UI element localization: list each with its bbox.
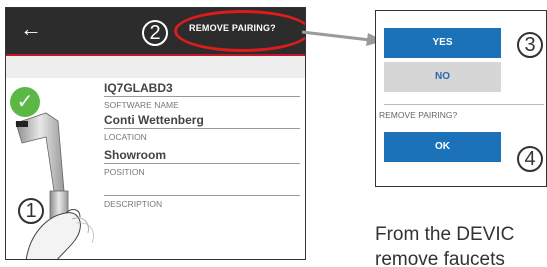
back-arrow-icon[interactable]: ←	[20, 14, 42, 44]
description-value	[104, 180, 300, 194]
field-underline	[104, 128, 300, 129]
field-underline	[104, 96, 300, 97]
location-field[interactable]: Conti Wettenberg LOCATION	[104, 113, 300, 142]
no-button[interactable]: NO	[384, 62, 501, 92]
software-name-field[interactable]: IQ7GLABD3 SOFTWARE NAME	[104, 81, 300, 110]
yes-button[interactable]: YES	[384, 28, 501, 58]
description-label: DESCRIPTION	[104, 199, 163, 209]
faucet-illustration	[15, 112, 94, 259]
description-field[interactable]: DESCRIPTION	[104, 180, 300, 209]
field-underline	[104, 163, 300, 164]
app-topbar: ← 2 REMOVE PAIRING?	[6, 8, 305, 54]
instruction-text: From the DEVIC remove faucets	[375, 222, 547, 267]
instruction-line-2: remove faucets	[375, 249, 505, 267]
step-2-marker: 2	[142, 20, 168, 46]
position-value: Showroom	[104, 148, 166, 162]
pointer-arrow-icon	[301, 30, 384, 46]
position-field[interactable]: Showroom POSITION	[104, 148, 300, 177]
field-underline	[104, 195, 300, 196]
software-name-label: SOFTWARE NAME	[104, 100, 179, 110]
step-3-marker: 3	[517, 32, 543, 58]
step-4-marker: 4	[517, 146, 543, 172]
highlight-ellipse	[174, 10, 305, 52]
ok-button[interactable]: OK	[384, 132, 501, 162]
position-label: POSITION	[104, 167, 145, 177]
location-value: Conti Wettenberg	[104, 113, 204, 127]
location-label: LOCATION	[104, 132, 147, 142]
dialog-remove-pairing-label: REMOVE PAIRING?	[379, 110, 458, 120]
confirm-dialog: YES NO REMOVE PAIRING? OK 3 4	[375, 10, 547, 187]
software-name-value: IQ7GLABD3	[104, 81, 173, 95]
dialog-divider	[384, 104, 544, 105]
app-screen: ← 2 REMOVE PAIRING? ✓ IQ7GLABD3 SOFTWARE…	[5, 7, 306, 260]
instruction-line-1: From the DEVIC	[375, 224, 515, 245]
step-1-marker: 1	[18, 198, 44, 224]
header-band	[6, 56, 305, 78]
